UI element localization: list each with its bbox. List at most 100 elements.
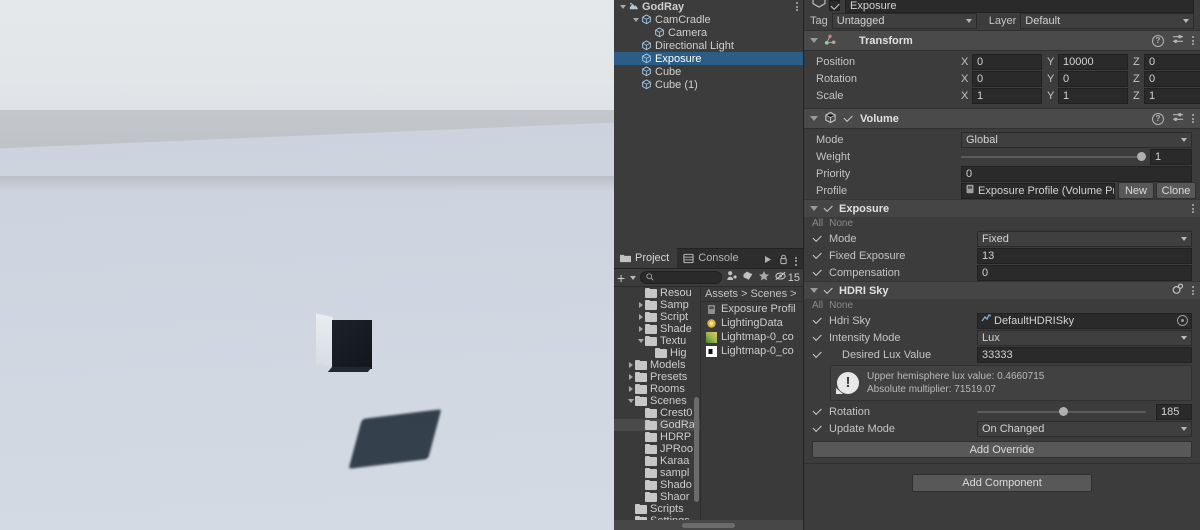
new-profile-button[interactable]: New [1118, 182, 1154, 199]
exposure-row-compensation[interactable]: Compensation 0 [804, 264, 1200, 281]
asset-item[interactable]: Lightmap-0_co [701, 330, 803, 344]
add-component-button[interactable]: Add Component [912, 474, 1092, 492]
hdri-allnone-row[interactable]: All None [804, 299, 1200, 312]
desired-lux-row[interactable]: Desired Lux Value 33333 [804, 346, 1200, 363]
exposure-none-button[interactable]: None [829, 218, 853, 229]
tree-scrollbar[interactable] [694, 397, 699, 502]
override-menu-icon[interactable] [1192, 204, 1194, 213]
hdri-override-header[interactable]: HDRI Sky [804, 281, 1200, 299]
avatar-filter-icon[interactable] [726, 270, 738, 285]
help-icon[interactable]: ? [1152, 34, 1164, 47]
foldout-icon[interactable] [618, 4, 628, 9]
hdri-sky-checkbox[interactable] [812, 315, 823, 326]
hierarchy-item-godray[interactable]: GodRay [614, 0, 803, 13]
desired-lux-checkbox[interactable] [812, 349, 823, 360]
hierarchy-menu-icon[interactable] [796, 2, 798, 11]
clone-profile-button[interactable]: Clone [1156, 182, 1196, 199]
object-picker-icon[interactable] [1177, 315, 1188, 326]
exposure-compensation-checkbox[interactable] [812, 267, 823, 278]
project-body[interactable]: Resou Samp Script Shade Textu Hig Models Preset… [614, 287, 803, 530]
tag-layer-row[interactable]: Tag Untagged Layer Default [804, 11, 1200, 30]
transform-row-scale[interactable]: Scale X 1 Y 1 Z 1 [804, 87, 1200, 104]
exposure-fixed-exposure-checkbox[interactable] [812, 250, 823, 261]
transform-scale-z-input[interactable]: 1 [1144, 87, 1200, 104]
volume-weight-value[interactable]: 1 [1150, 148, 1192, 165]
create-asset-button[interactable]: + [617, 271, 637, 285]
project-panel[interactable]: Project Console + 15 Resou Samp Script S… [614, 248, 804, 530]
transform-scale-y-input[interactable]: 1 [1058, 87, 1128, 104]
tag-dropdown[interactable]: Untagged [831, 12, 977, 29]
panel-play-icon[interactable] [764, 255, 772, 267]
project-toolbar[interactable]: + 15 [614, 269, 803, 287]
hierarchy-item-exposure[interactable]: Exposure [614, 52, 803, 65]
foldout-icon[interactable] [636, 314, 645, 320]
rotation-checkbox[interactable] [812, 406, 823, 417]
hierarchy-item-cube-1[interactable]: Cube (1) [614, 78, 803, 91]
hdri-all-button[interactable]: All [812, 300, 823, 311]
folder-tree-item-script[interactable]: Script [614, 311, 700, 323]
hierarchy-item-camcradle[interactable]: CamCradle [614, 13, 803, 26]
layer-dropdown[interactable]: Default [1020, 12, 1194, 29]
tab-console[interactable]: Console [677, 248, 746, 268]
foldout-icon[interactable] [810, 38, 818, 43]
help-icon[interactable]: ? [1152, 112, 1164, 125]
folder-tree-item-hdrp[interactable]: HDRP [614, 431, 700, 443]
exposure-mode-checkbox[interactable] [812, 233, 823, 244]
slider-knob[interactable] [1058, 407, 1068, 416]
update-mode-dropdown[interactable]: On Changed [977, 420, 1192, 437]
component-menu-icon[interactable] [1192, 36, 1194, 45]
exposure-compensation-input[interactable]: 0 [977, 264, 1192, 281]
volume-profile-objectfield[interactable]: Exposure Profile (Volume Profil [961, 182, 1115, 199]
project-tabbar[interactable]: Project Console [614, 248, 803, 269]
volume-component-header[interactable]: Volume ? [804, 108, 1200, 129]
exposure-row-fixed-exposure[interactable]: Fixed Exposure 13 [804, 247, 1200, 264]
foldout-icon[interactable] [810, 288, 818, 293]
transform-rotation-y-input[interactable]: 0 [1058, 70, 1128, 87]
folder-tree-item-crest0[interactable]: Crest0 [614, 407, 700, 419]
gameobject-enabled-checkbox[interactable] [829, 0, 840, 11]
volume-priority-value[interactable]: 0 [961, 165, 1192, 182]
folder-tree-item-presets[interactable]: Presets [614, 371, 700, 383]
preset-icon[interactable] [1172, 33, 1184, 48]
volume-priority-row[interactable]: Priority 0 [804, 165, 1200, 182]
preset-icon[interactable] [1172, 111, 1184, 126]
hdri-sky-objectfield[interactable]: DefaultHDRISky [977, 312, 1192, 329]
exposure-all-button[interactable]: All [812, 218, 823, 229]
foldout-icon[interactable] [631, 17, 641, 22]
folder-tree-item-samp[interactable]: Samp [614, 299, 700, 311]
exposure-override-rows[interactable]: Mode Fixed Fixed Exposure 13 Compensation 0 [804, 230, 1200, 281]
hdri-none-button[interactable]: None [829, 300, 853, 311]
hdri-sky-row[interactable]: Hdri Sky DefaultHDRISky [804, 312, 1200, 329]
folder-tree-item-karaa[interactable]: Karaa [614, 455, 700, 467]
breadcrumb-item-assets[interactable]: Assets [705, 288, 738, 300]
project-folder-tree[interactable]: Resou Samp Script Shade Textu Hig Models Preset… [614, 287, 700, 530]
transform-position-z-input[interactable]: 0 [1144, 53, 1200, 70]
foldout-icon[interactable] [626, 399, 635, 403]
hierarchy-item-cube[interactable]: Cube [614, 65, 803, 78]
folder-tree-item-textu[interactable]: Textu [614, 335, 700, 347]
transform-rotation-z-input[interactable]: 0 [1144, 70, 1200, 87]
slider-knob[interactable] [1137, 152, 1146, 161]
hierarchy-item-camera[interactable]: Camera [614, 26, 803, 39]
transform-row-rotation[interactable]: Rotation X 0 Y 0 Z 0 [804, 70, 1200, 87]
transform-position-x-input[interactable]: 0 [972, 53, 1042, 70]
desired-lux-value[interactable]: 33333 [977, 346, 1192, 363]
project-menu-icon[interactable] [795, 256, 797, 266]
volume-mode-row[interactable]: Mode Global [804, 131, 1200, 148]
asset-item[interactable]: LightingData [701, 316, 803, 330]
hierarchy-panel[interactable]: GodRay CamCradle Camera Directional Light Ex… [614, 0, 804, 248]
hierarchy-item-directional-light[interactable]: Directional Light [614, 39, 803, 52]
foldout-icon[interactable] [810, 116, 818, 121]
scene-view[interactable] [0, 0, 614, 530]
inspector-panel[interactable]: Exposure Tag Untagged Layer Default Tran… [804, 0, 1200, 530]
folder-tree-item-hig[interactable]: Hig [614, 347, 700, 359]
foldout-icon[interactable] [810, 206, 818, 211]
exposure-fixed-exposure-input[interactable]: 13 [977, 247, 1192, 264]
volume-body[interactable]: Mode Global Weight 1 Priority 0 Profile [804, 129, 1200, 199]
lock-icon[interactable] [779, 254, 788, 268]
add-override-button[interactable]: Add Override [812, 441, 1192, 458]
gameobject-header[interactable]: Exposure [804, 0, 1200, 13]
override-menu-icon[interactable] [1192, 286, 1194, 295]
project-horizontal-scrollbar[interactable] [614, 520, 803, 530]
breadcrumb-item-scenes[interactable]: Scenes [750, 288, 787, 300]
